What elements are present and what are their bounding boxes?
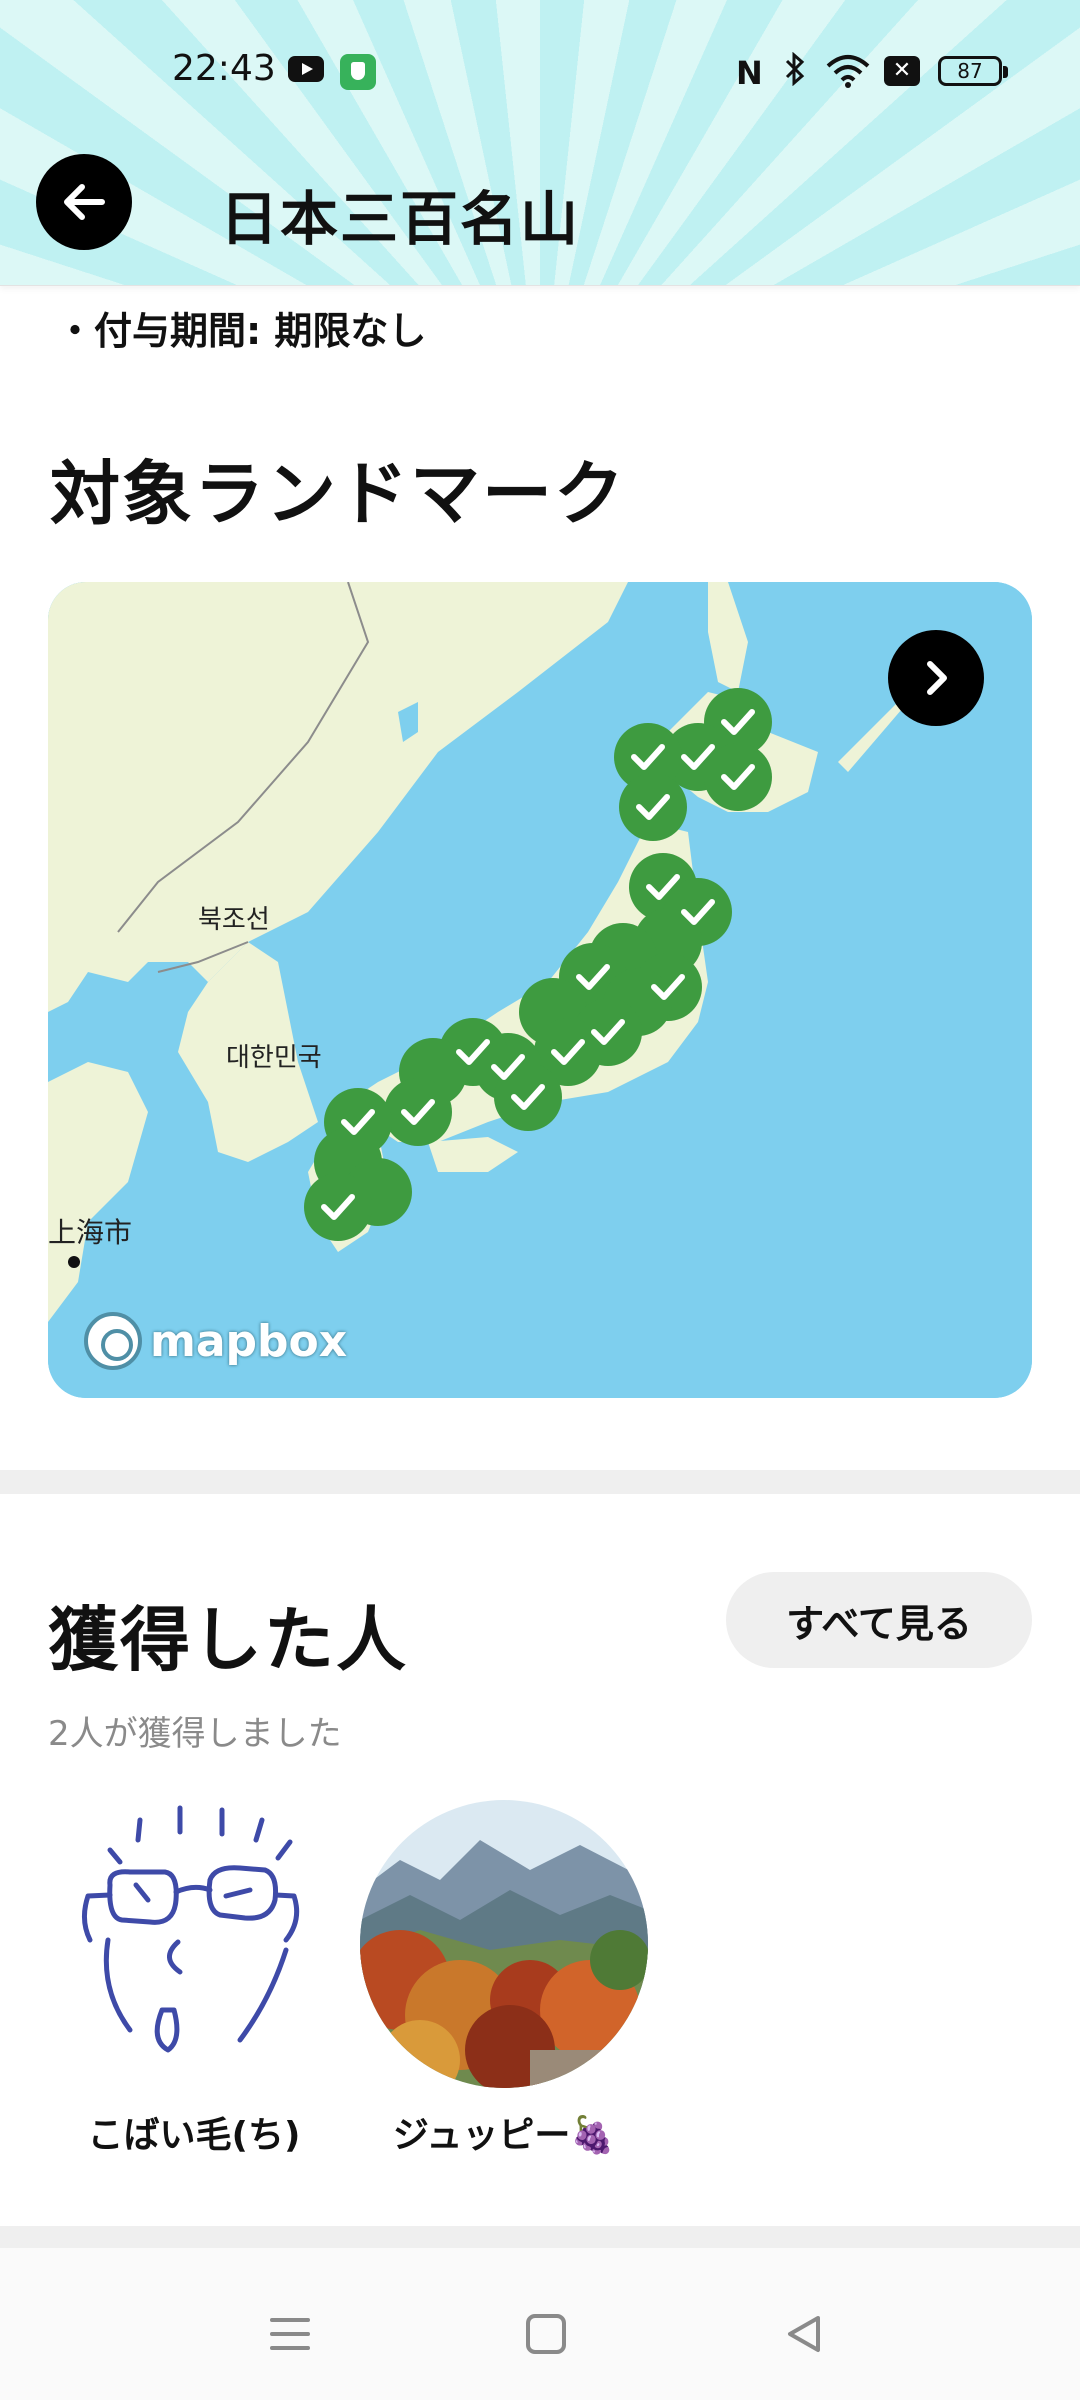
person-name: こばい毛(ち) [87, 2115, 301, 2156]
arrow-left-icon [64, 184, 105, 220]
landmark-map[interactable]: 북조선 대한민국 上海市 [48, 582, 1032, 1398]
acquired-person[interactable]: こばい毛(ち) [44, 1800, 344, 2158]
back-triangle-icon[interactable] [780, 2310, 828, 2358]
see-all-button[interactable]: すべて見る [726, 1572, 1032, 1668]
page-title: 日本三百名山 [220, 185, 581, 253]
status-time: 22:43 [172, 48, 276, 89]
bluetooth-icon [784, 51, 806, 95]
grant-period-text: ・付与期間: 期限なし [56, 309, 427, 353]
acquired-person[interactable]: ジュッピー🍇 [354, 1800, 654, 2158]
home-square-icon[interactable] [522, 2310, 570, 2358]
map-label-north-korea: 북조선 [198, 905, 270, 935]
acquired-count-text: 2人が獲得しました [48, 1714, 342, 1754]
mapbox-logo-icon [84, 1312, 142, 1370]
doodle-face-avatar [50, 1800, 338, 2088]
back-button[interactable] [36, 154, 132, 250]
mountain-photo-avatar [360, 1800, 648, 2088]
battery-indicator: 87 [938, 56, 1008, 86]
nfc-icon: N [736, 54, 763, 92]
map-label-shanghai: 上海市 [48, 1216, 132, 1249]
map-label-south-korea: 대한민국 [226, 1043, 322, 1073]
mapbox-wordmark: mapbox [150, 1315, 348, 1367]
youtube-icon [288, 56, 324, 82]
mapbox-attribution[interactable]: mapbox [84, 1312, 347, 1370]
section-divider [0, 2226, 1080, 2248]
menu-icon[interactable] [266, 2310, 314, 2358]
wifi-icon [826, 54, 870, 88]
person-name: ジュッピー🍇 [392, 2115, 616, 2156]
acquired-section-title: 獲得した人 [48, 1599, 408, 1681]
app-header: 22:43 N ✕ 87 日本三百名山 [0, 0, 1080, 286]
map-next-button[interactable] [888, 630, 984, 726]
chevron-right-icon [927, 661, 947, 695]
shield-app-icon [340, 54, 376, 90]
x-notification-icon: ✕ [884, 56, 920, 86]
landmarks-section-title: 対象ランドマーク [50, 453, 626, 535]
section-divider [0, 1470, 1080, 1494]
map-canvas: 북조선 대한민국 上海市 [48, 582, 1032, 1398]
